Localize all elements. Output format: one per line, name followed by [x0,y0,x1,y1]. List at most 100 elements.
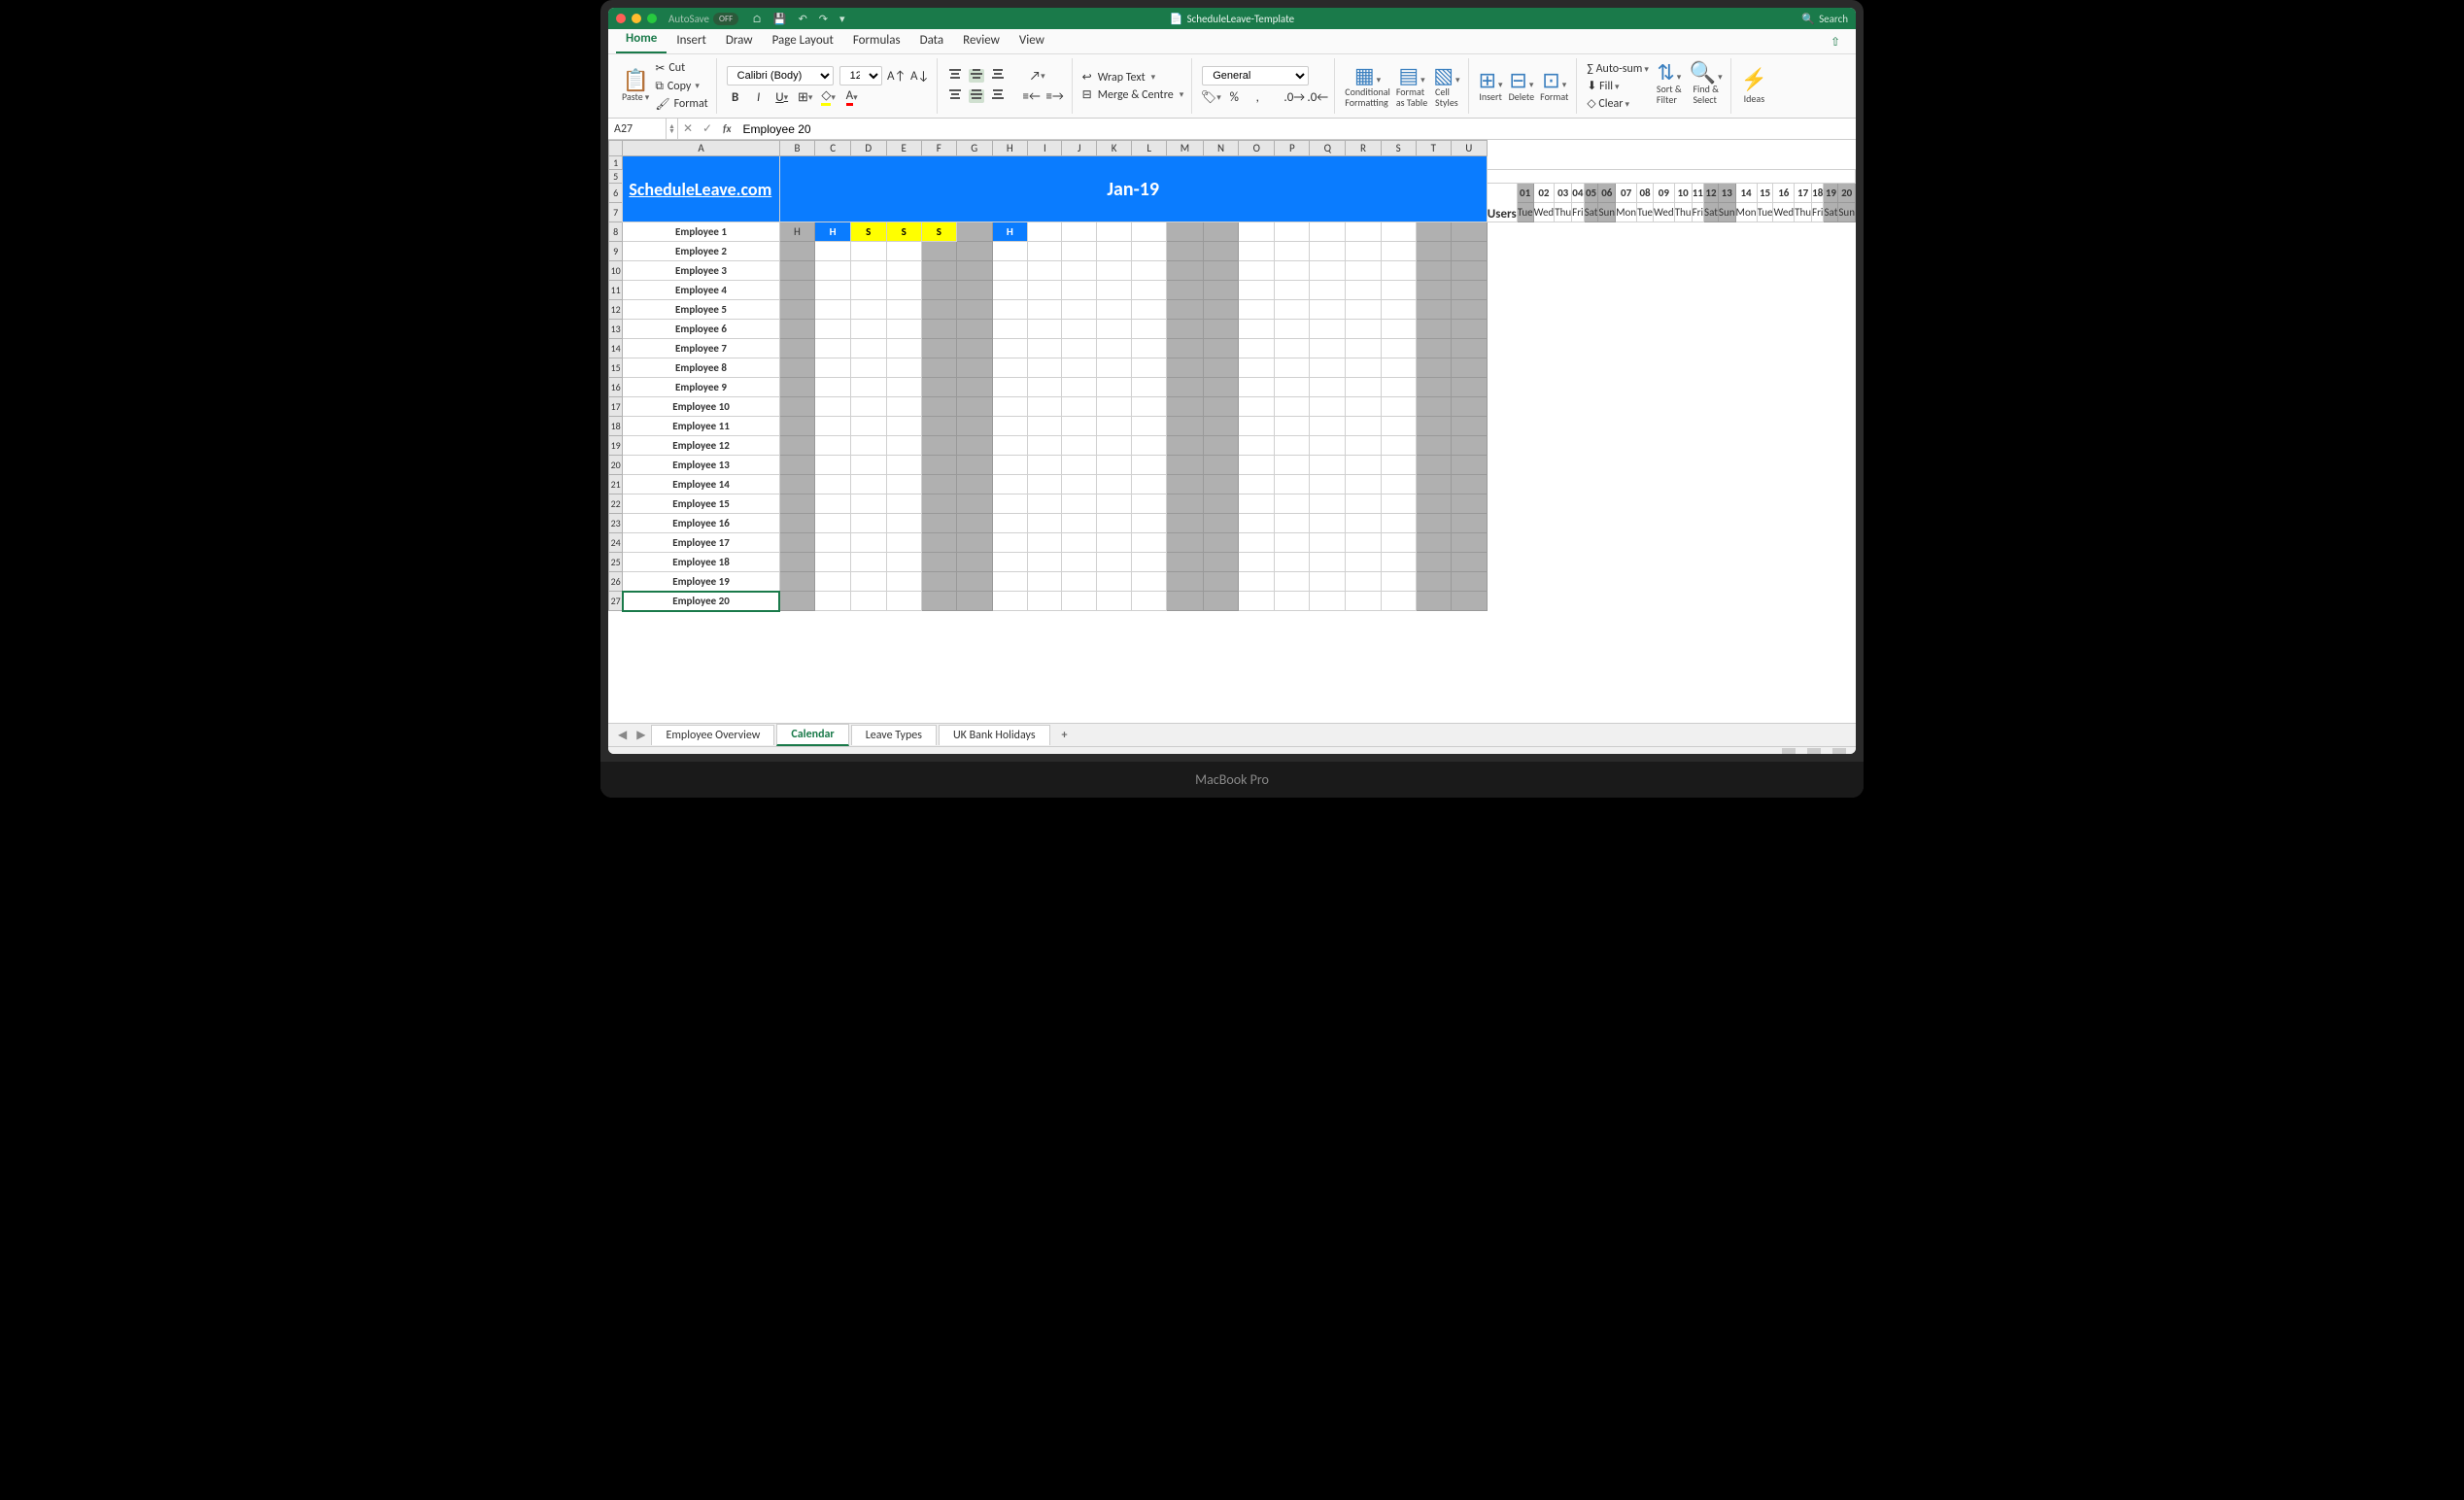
leave-cell[interactable] [1239,281,1275,300]
day-dow-cell[interactable]: Wed [1533,203,1555,222]
day-num-cell[interactable]: 12 [1704,184,1719,203]
day-num-cell[interactable]: 16 [1773,184,1795,203]
leave-cell[interactable] [1239,514,1275,533]
leave-cell[interactable] [956,417,992,436]
employee-name-cell[interactable]: Employee 2 [623,242,779,261]
day-dow-cell[interactable]: Fri [1692,203,1703,222]
leave-cell[interactable] [1239,222,1275,242]
day-dow-cell[interactable]: Fri [1812,203,1824,222]
leave-cell[interactable] [1451,417,1487,436]
leave-cell[interactable] [1097,242,1132,261]
leave-cell[interactable] [850,494,886,514]
leave-cell[interactable] [1167,300,1204,320]
leave-cell[interactable] [779,261,815,281]
row-header[interactable]: 20 [609,456,623,475]
row-header[interactable]: 9 [609,242,623,261]
row-header[interactable]: 18 [609,417,623,436]
leave-cell[interactable] [956,339,992,358]
font-color-button[interactable]: A [843,88,861,106]
leave-cell[interactable] [886,339,921,358]
redo-icon[interactable]: ↷ [819,13,828,25]
leave-cell[interactable] [992,572,1028,592]
italic-button[interactable]: I [750,88,768,106]
leave-cell[interactable] [1416,436,1451,456]
day-dow-cell[interactable]: Thu [1674,203,1692,222]
leave-cell[interactable] [1239,261,1275,281]
leave-cell[interactable] [779,417,815,436]
employee-name-cell[interactable]: Employee 3 [623,261,779,281]
leave-cell[interactable] [1451,436,1487,456]
leave-cell[interactable] [1167,339,1204,358]
leave-cell[interactable] [1346,514,1381,533]
sheet-nav-prev-icon[interactable]: ◀ [614,728,631,742]
leave-cell[interactable] [1239,242,1275,261]
leave-cell[interactable] [1097,222,1132,242]
day-num-cell[interactable]: 05 [1584,184,1598,203]
leave-cell[interactable] [921,456,956,475]
col-header[interactable]: D [850,141,886,156]
leave-cell[interactable] [886,475,921,494]
close-icon[interactable] [616,14,626,23]
row-header[interactable]: 15 [609,358,623,378]
leave-cell[interactable] [1416,592,1451,611]
col-header[interactable]: T [1416,141,1451,156]
leave-cell[interactable] [1097,417,1132,436]
share-button[interactable]: ⇧ [1823,31,1848,53]
cut-button[interactable]: ✂ Cut [655,61,685,76]
leave-cell[interactable] [1416,339,1451,358]
leave-cell[interactable] [1167,358,1204,378]
day-num-cell[interactable]: 15 [1757,184,1773,203]
cell[interactable] [1487,170,1855,184]
row-header[interactable]: 22 [609,494,623,514]
leave-cell[interactable] [1028,378,1062,397]
month-banner[interactable]: Jan-19 [779,156,1487,222]
leave-cell[interactable] [1167,261,1204,281]
leave-cell[interactable] [956,494,992,514]
row-header[interactable]: 21 [609,475,623,494]
leave-cell[interactable] [1203,358,1239,378]
employee-name-cell[interactable]: Employee 20 [623,592,779,611]
leave-cell[interactable] [850,320,886,339]
leave-cell[interactable] [1167,436,1204,456]
autosave-toggle[interactable]: AutoSave OFF [668,13,738,25]
leave-cell[interactable] [1132,397,1167,417]
leave-cell[interactable] [1346,494,1381,514]
employee-name-cell[interactable]: Employee 6 [623,320,779,339]
format-painter-button[interactable]: 🖌 Format [655,97,707,112]
leave-cell[interactable] [921,397,956,417]
wrap-text-button[interactable]: ↩ Wrap Text [1082,70,1184,85]
leave-cell[interactable] [921,592,956,611]
leave-cell[interactable] [815,417,851,436]
leave-cell[interactable] [1167,456,1204,475]
leave-cell[interactable] [1097,572,1132,592]
day-dow-cell[interactable]: Thu [1555,203,1572,222]
leave-cell[interactable] [815,475,851,494]
leave-cell[interactable] [1416,378,1451,397]
leave-cell[interactable] [1028,592,1062,611]
leave-cell[interactable] [886,417,921,436]
leave-cell[interactable] [1097,456,1132,475]
view-page-layout-icon[interactable] [1807,748,1821,754]
leave-cell[interactable] [1381,475,1416,494]
employee-name-cell[interactable]: Employee 11 [623,417,779,436]
leave-cell[interactable] [1275,456,1310,475]
leave-cell[interactable] [1381,436,1416,456]
leave-cell[interactable] [1310,475,1346,494]
leave-cell[interactable] [992,339,1028,358]
day-dow-cell[interactable]: Tue [1637,203,1654,222]
leave-cell[interactable] [779,514,815,533]
leave-cell[interactable] [779,592,815,611]
leave-cell[interactable] [1381,358,1416,378]
col-header[interactable]: R [1346,141,1381,156]
leave-cell[interactable] [1239,592,1275,611]
leave-cell[interactable] [779,378,815,397]
copy-button[interactable]: ⧉ Copy [655,80,700,93]
add-sheet-icon[interactable]: + [1052,729,1078,742]
leave-cell[interactable] [1346,261,1381,281]
leave-cell[interactable] [1416,300,1451,320]
leave-cell[interactable] [1310,242,1346,261]
leave-cell[interactable] [1097,358,1132,378]
leave-cell[interactable] [815,378,851,397]
row-header[interactable]: 14 [609,339,623,358]
leave-cell[interactable] [1167,222,1204,242]
